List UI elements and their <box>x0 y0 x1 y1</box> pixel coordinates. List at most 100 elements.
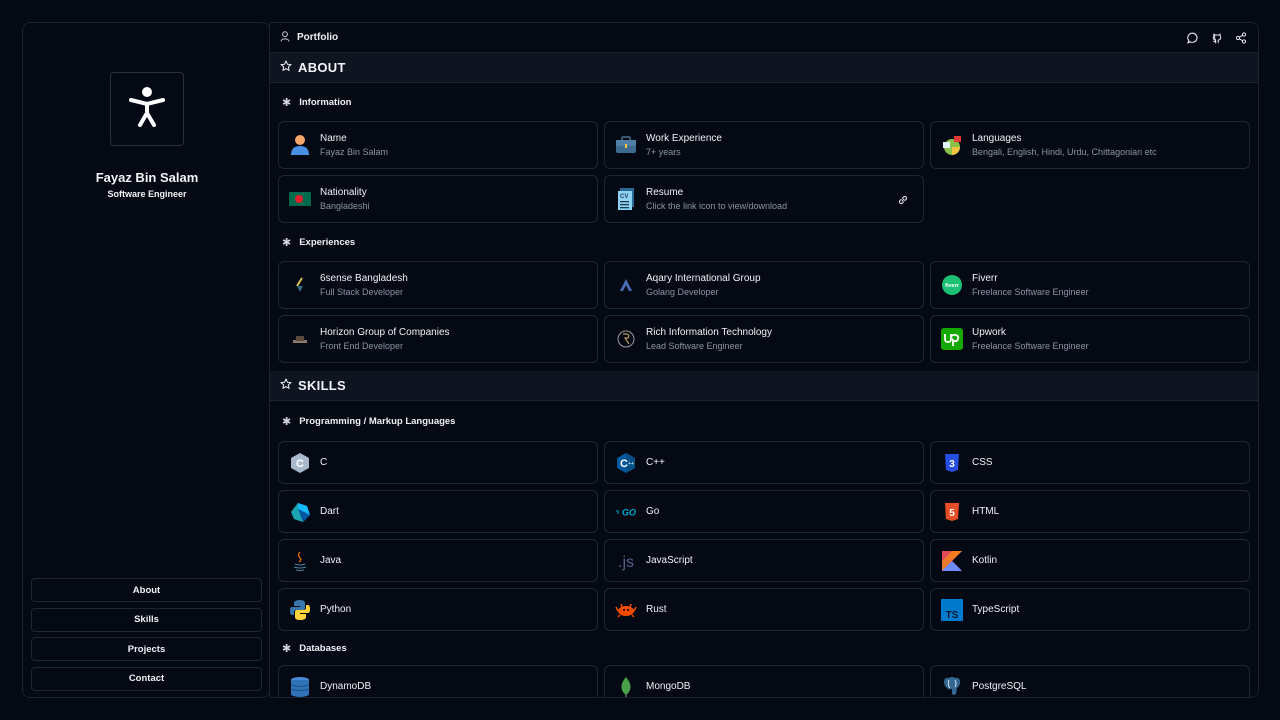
svg-text:3: 3 <box>949 459 955 470</box>
asterisk-icon: ✱ <box>282 415 292 428</box>
nav-contact-button[interactable]: Contact <box>31 666 262 691</box>
job-role: Freelance Software Engineer <box>972 287 1089 297</box>
top-bar: Portfolio <box>270 23 1258 53</box>
languages-title: Programming / Markup Languages <box>299 415 456 427</box>
job-role: Freelance Software Engineer <box>972 341 1089 351</box>
info-card-work-experience: Work Experience 7+ years <box>604 121 924 169</box>
databases-subheader: ✱ Databases <box>270 631 1258 665</box>
information-title: Information <box>299 96 352 108</box>
main-content[interactable]: Portfolio ABOUT ✱ Information Name Fayaz… <box>269 22 1259 698</box>
nav-projects-button[interactable]: Projects <box>31 637 262 661</box>
skill-label: Go <box>646 506 660 517</box>
company-name: Fiverr <box>972 273 998 284</box>
svg-text:.js: .js <box>618 554 634 571</box>
info-value: Click the link icon to view/download <box>646 201 788 211</box>
experience-card: 6sense Bangladesh Full Stack Developer <box>278 261 598 309</box>
kotlin-logo-icon <box>941 550 963 572</box>
cpp-logo-icon: C ++ <box>615 452 637 474</box>
experiences-subheader: ✱ Experiences <box>270 223 1258 261</box>
experiences-title: Experiences <box>299 236 356 248</box>
skill-card: C ++ C++ <box>604 441 924 484</box>
experience-card: fiverr Fiverr Freelance Software Engineer <box>930 261 1250 309</box>
company-name: Horizon Group of Companies <box>320 327 450 338</box>
experiences-grid: 6sense Bangladesh Full Stack Developer Aq… <box>270 261 1258 363</box>
css3-logo-icon: 3 <box>941 452 963 474</box>
rich-it-logo-icon <box>615 328 637 350</box>
skill-card: GO Go <box>604 490 924 533</box>
info-value: Bengali, English, Hindi, Urdu, Chittagon… <box>972 147 1157 157</box>
fiverr-logo-icon: fiverr <box>941 274 963 296</box>
info-card-name: Name Fayaz Bin Salam <box>278 121 598 169</box>
sidebar: Fayaz Bin Salam Software Engineer About … <box>22 22 270 698</box>
star-icon <box>280 59 292 77</box>
skill-card: MongoDB <box>604 665 924 697</box>
aqary-logo-icon <box>615 274 637 296</box>
skills-section-title: SKILLS <box>298 378 347 393</box>
c-logo-icon: C <box>289 452 311 474</box>
skill-card: TS TypeScript <box>930 588 1250 631</box>
skill-card: Python <box>278 588 598 631</box>
skill-label: CSS <box>972 457 993 468</box>
skill-label: TypeScript <box>972 604 1020 615</box>
skill-label: Java <box>320 555 342 566</box>
svg-text:5: 5 <box>949 508 955 519</box>
mongodb-logo-icon <box>615 676 637 697</box>
chat-icon[interactable] <box>1186 31 1200 45</box>
skill-card: Java <box>278 539 598 582</box>
skill-label: C++ <box>646 457 665 468</box>
svg-text:CV: CV <box>620 194 628 200</box>
skill-card: Rust <box>604 588 924 631</box>
avatar <box>110 72 184 146</box>
github-icon[interactable] <box>1210 31 1224 45</box>
company-name: Aqary International Group <box>646 273 761 284</box>
java-logo-icon <box>289 550 311 572</box>
skill-card: PostgreSQL <box>930 665 1250 698</box>
languages-subheader: ✱ Programming / Markup Languages <box>270 401 1258 441</box>
skill-card: Dart <box>278 490 598 533</box>
skill-label: Python <box>320 604 352 615</box>
postgresql-logo-icon <box>941 676 963 698</box>
nav-skills-button[interactable]: Skills <box>31 607 262 632</box>
skill-card: .js JavaScript <box>604 539 924 582</box>
info-value: 7+ years <box>646 147 681 157</box>
skill-label: Rust <box>646 604 667 615</box>
skill-label: JavaScript <box>646 555 693 566</box>
skills-section-header: SKILLS <box>270 371 1258 401</box>
share-icon[interactable] <box>1234 31 1248 45</box>
info-card-languages: Languages Bengali, English, Hindi, Urdu, … <box>930 121 1250 169</box>
rust-logo-icon <box>615 599 637 621</box>
dart-logo-icon <box>289 501 311 523</box>
briefcase-icon <box>615 134 637 156</box>
skill-card: 3 CSS <box>930 441 1250 484</box>
info-value: Bangladeshi <box>320 201 370 211</box>
info-title: Nationality <box>320 187 367 198</box>
experience-card: Upwork Freelance Software Engineer <box>930 315 1250 363</box>
svg-text:GO: GO <box>622 507 636 517</box>
skill-card: Kotlin <box>930 539 1250 582</box>
skill-label: Dart <box>320 506 339 517</box>
databases-title: Databases <box>299 642 347 654</box>
company-name: Upwork <box>972 327 1006 338</box>
svg-text:TS: TS <box>946 610 959 621</box>
link-icon[interactable] <box>897 193 909 211</box>
nav-about-button[interactable]: About <box>31 578 262 602</box>
info-card-resume: CV Resume Click the link icon to view/dow… <box>604 175 924 223</box>
asterisk-icon: ✱ <box>282 642 292 655</box>
company-name: Rich Information Technology <box>646 327 772 338</box>
about-section-title: ABOUT <box>298 60 346 75</box>
info-title: Resume <box>646 187 684 198</box>
skill-label: MongoDB <box>646 681 691 692</box>
info-card-nationality: Nationality Bangladeshi <box>278 175 598 223</box>
company-name: 6sense Bangladesh <box>320 273 408 284</box>
svg-text:fiverr: fiverr <box>945 283 960 289</box>
horizon-logo-icon <box>289 328 311 350</box>
info-title: Languages <box>972 133 1022 144</box>
bangladesh-flag-icon <box>289 188 311 210</box>
star-icon <box>280 377 292 395</box>
databases-grid: DynamoDB MongoDB PostgreSQL <box>270 665 1258 698</box>
languages-grid: C C C ++ C++ 3 CSS Dart GO Go 5 HTML Jav… <box>270 441 1258 631</box>
topbar-actions <box>1186 31 1248 45</box>
info-value: Fayaz Bin Salam <box>320 147 389 157</box>
skill-card: C C <box>278 441 598 484</box>
skill-card: DynamoDB <box>278 665 598 697</box>
